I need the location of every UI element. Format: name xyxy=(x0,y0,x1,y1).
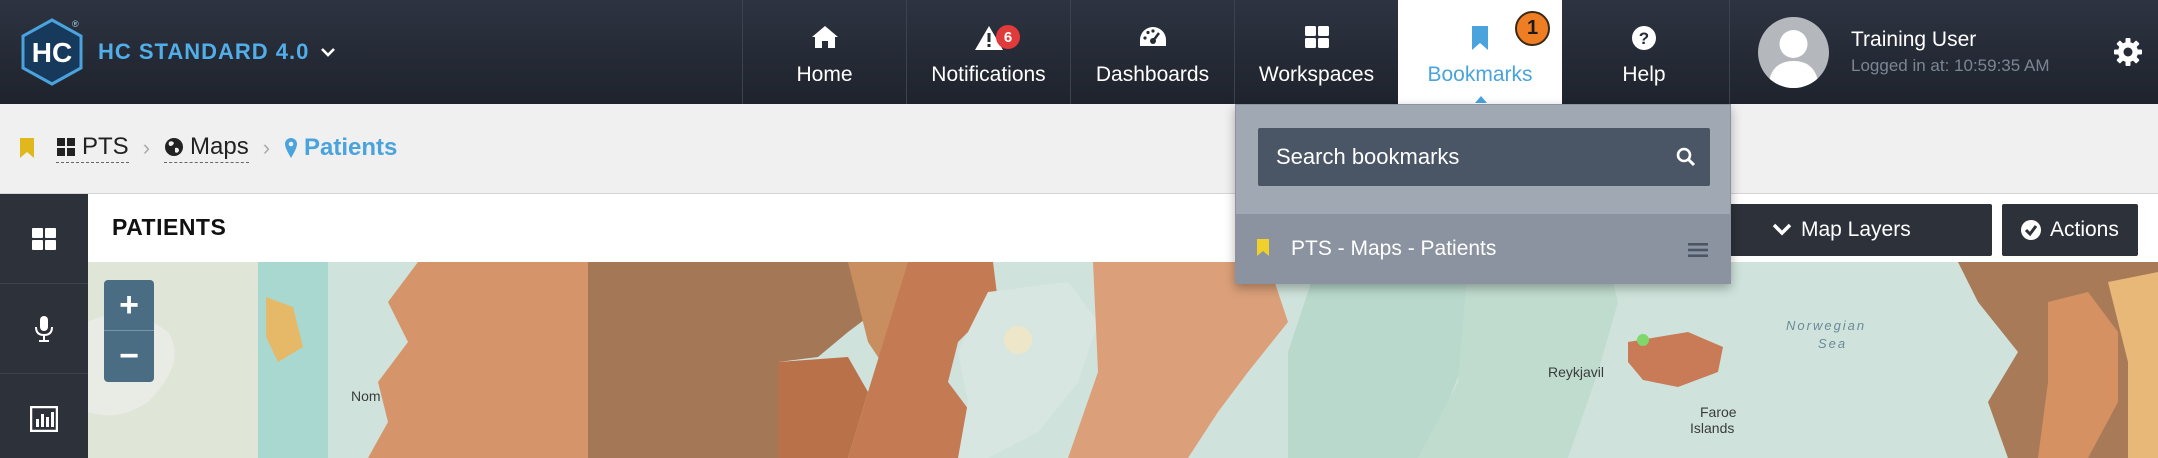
zoom-in-button[interactable]: + xyxy=(104,280,154,331)
main-nav: Home 6 Notifications Dashboards Workspac… xyxy=(742,0,1726,107)
top-navbar: HC ® HC STANDARD 4.0 Home 6 Notification… xyxy=(0,0,2158,107)
user-panel: Training User Logged in at: 10:59:35 AM xyxy=(1729,0,2158,104)
breadcrumb-pts-label: PTS xyxy=(82,133,129,160)
sidebar-item-workspaces[interactable] xyxy=(0,194,88,284)
search-icon[interactable] xyxy=(1676,147,1696,167)
grid-icon xyxy=(32,227,56,250)
workspaces-icon xyxy=(1304,26,1329,48)
breadcrumb-patients-label: Patients xyxy=(304,133,398,161)
breadcrumb-separator: › xyxy=(142,135,151,160)
breadcrumb-pts[interactable]: PTS xyxy=(56,133,129,163)
app-brand-menu[interactable]: HC ® HC STANDARD 4.0 xyxy=(18,17,337,87)
bookmark-flag-icon[interactable] xyxy=(18,136,36,160)
patients-map[interactable]: + − Nom Reykjavil Faroe Islands Norwegia… xyxy=(88,262,2158,458)
home-icon xyxy=(811,26,838,48)
notifications-count-badge: 6 xyxy=(996,25,1020,49)
map-label-sea: Sea xyxy=(1818,336,1848,351)
panel-header: PATIENTS Map Layers Actions xyxy=(88,194,2158,262)
nav-bookmarks[interactable]: 1 Bookmarks xyxy=(1398,0,1562,107)
hc-logo: HC ® xyxy=(18,17,86,87)
zoom-out-button[interactable]: − xyxy=(104,331,154,382)
bookmarks-count-badge: 1 xyxy=(1515,11,1550,46)
hamburger-menu-icon[interactable] xyxy=(1688,242,1708,258)
svg-text:?: ? xyxy=(1639,29,1649,48)
bookmark-item[interactable]: PTS - Maps - Patients xyxy=(1236,214,1730,284)
zoom-control: + − xyxy=(104,280,154,382)
map-label-islands: Islands xyxy=(1690,420,1735,436)
bookmark-item-label: PTS - Maps - Patients xyxy=(1291,237,1497,260)
breadcrumb-maps[interactable]: Maps xyxy=(164,133,249,163)
map-label-norwegian: Norwegian xyxy=(1786,318,1867,333)
nav-help[interactable]: ? Help xyxy=(1562,0,1726,104)
sidebar-item-reports[interactable] xyxy=(0,374,88,458)
actions-label: Actions xyxy=(2050,218,2119,241)
breadcrumb-separator: › xyxy=(262,135,271,160)
nav-home-label: Home xyxy=(796,63,853,86)
caret-up-icon xyxy=(1475,96,1487,103)
bookmark-icon xyxy=(1472,26,1488,50)
map-label-nome: Nom xyxy=(351,388,381,404)
dashboard-icon xyxy=(1139,27,1166,46)
login-time: Logged in at: 10:59:35 AM xyxy=(1851,56,2050,75)
avatar[interactable] xyxy=(1758,17,1829,88)
left-sidebar xyxy=(0,194,88,458)
nav-bookmarks-label: Bookmarks xyxy=(1427,63,1533,86)
bar-chart-icon xyxy=(30,405,58,432)
microphone-icon xyxy=(35,315,53,342)
map-layers-label: Map Layers xyxy=(1801,218,1911,241)
page-title: PATIENTS xyxy=(112,214,227,240)
user-name: Training User xyxy=(1851,28,1977,51)
nav-help-label: Help xyxy=(1622,63,1666,86)
chevron-down-icon xyxy=(321,48,336,57)
actions-button[interactable]: Actions xyxy=(2002,204,2138,256)
map-tiles xyxy=(88,262,2158,458)
sidebar-item-voice[interactable] xyxy=(0,284,88,374)
logo-text: HC xyxy=(32,37,72,68)
map-layers-button[interactable]: Map Layers xyxy=(1729,204,1992,256)
bookmarks-dropdown: PTS - Maps - Patients xyxy=(1235,104,1731,284)
app-title: HC STANDARD 4.0 xyxy=(98,39,310,64)
nav-notifications-label: Notifications xyxy=(931,63,1046,86)
breadcrumb: PTS › Maps › Patients xyxy=(18,130,397,166)
breadcrumb-bar: PTS › Maps › Patients xyxy=(0,104,2158,194)
map-label-reykjavik: Reykjavil xyxy=(1548,364,1605,380)
nav-dashboards[interactable]: Dashboards xyxy=(1070,0,1234,104)
help-icon: ? xyxy=(1632,26,1656,50)
bookmark-search-box xyxy=(1258,128,1710,186)
bookmark-search-input[interactable] xyxy=(1258,128,1658,186)
globe-icon xyxy=(165,138,184,156)
nav-workspaces[interactable]: Workspaces xyxy=(1234,0,1398,104)
nav-workspaces-label: Workspaces xyxy=(1258,63,1375,86)
breadcrumb-maps-label: Maps xyxy=(190,133,249,160)
map-marker-icon xyxy=(285,137,298,158)
nav-notifications[interactable]: 6 Notifications xyxy=(906,0,1070,104)
nav-home[interactable]: Home xyxy=(742,0,906,104)
nav-dashboards-label: Dashboards xyxy=(1095,63,1210,86)
bookmark-icon xyxy=(1257,239,1269,256)
check-circle-icon xyxy=(2021,220,2041,240)
logo-registered-mark: ® xyxy=(72,19,79,29)
map-label-faroe: Faroe xyxy=(1700,404,1737,420)
breadcrumb-patients: Patients xyxy=(284,134,397,163)
grid-icon xyxy=(57,138,75,156)
chevron-down-icon xyxy=(1772,223,1792,236)
gear-icon[interactable] xyxy=(2113,37,2143,67)
